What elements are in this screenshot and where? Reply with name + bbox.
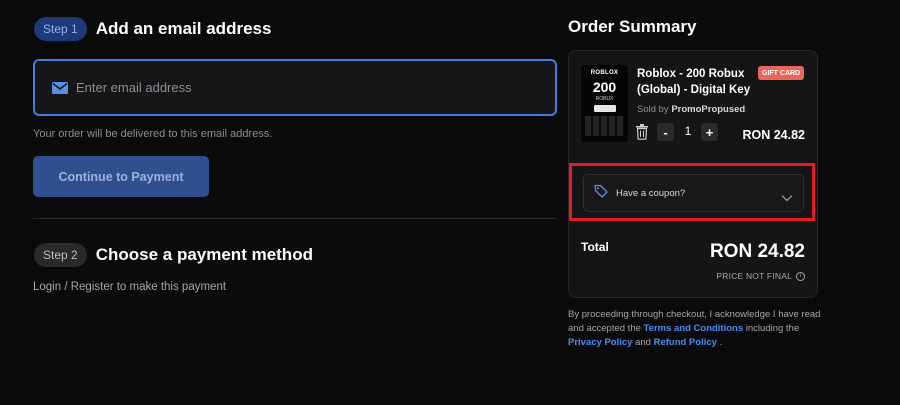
step1-badge: Step 1 — [34, 17, 87, 41]
increase-quantity-button[interactable]: + — [701, 123, 718, 141]
price-note-text: PRICE NOT FINAL — [716, 271, 792, 281]
email-helper-text: Your order will be delivered to this ema… — [33, 128, 273, 140]
product-price: RON 24.82 — [742, 128, 805, 142]
tag-icon — [594, 184, 608, 203]
envelope-icon — [52, 81, 68, 94]
thumbnail-artwork — [585, 116, 624, 136]
sold-by-label: Sold by — [637, 104, 669, 115]
legal-part3: and — [635, 337, 651, 348]
email-input[interactable] — [76, 80, 516, 95]
thumbnail-tag — [593, 105, 616, 112]
coupon-highlight: Have a coupon? — [569, 163, 815, 221]
decrease-quantity-button[interactable]: - — [657, 123, 674, 141]
order-summary-title: Order Summary — [568, 17, 697, 36]
section-divider — [33, 218, 557, 219]
step2-title: Choose a payment method — [95, 245, 313, 264]
privacy-policy-link[interactable]: Privacy Policy — [568, 337, 632, 348]
coupon-dropdown[interactable]: Have a coupon? — [583, 174, 804, 212]
product-thumbnail: ROBLOX 200 ROBUX — [581, 65, 628, 142]
thumbnail-unit: ROBUX — [595, 96, 614, 102]
thumbnail-brand: ROBLOX — [590, 70, 619, 76]
total-label: Total — [581, 240, 609, 254]
step2-header: Step 2 Choose a payment method — [34, 243, 313, 267]
chevron-down-icon — [781, 189, 793, 202]
product-title[interactable]: Roblox - 200 Robux (Global) - Digital Ke… — [637, 66, 757, 98]
legal-part4: . — [719, 337, 723, 348]
quantity-value: 1 — [684, 124, 692, 138]
info-icon[interactable]: i — [796, 271, 805, 281]
terms-link[interactable]: Terms and Conditions — [644, 323, 744, 334]
legal-text: By proceeding through checkout, I acknow… — [568, 308, 823, 350]
step2-badge: Step 2 — [34, 243, 87, 267]
continue-to-payment-button[interactable]: Continue to Payment — [33, 156, 209, 197]
coupon-label: Have a coupon? — [616, 187, 686, 199]
order-summary-card: ROBLOX 200 ROBUX Roblox - 200 Robux (Glo… — [568, 50, 818, 298]
total-value: RON 24.82 — [709, 241, 805, 262]
refund-policy-link[interactable]: Refund Policy — [654, 337, 717, 348]
seller-name[interactable]: PromoPropused — [671, 104, 745, 115]
email-field-container[interactable] — [33, 59, 557, 116]
sold-by: Sold by PromoPropused — [637, 104, 745, 115]
legal-part2: including the — [745, 323, 800, 334]
step1-title: Add an email address — [95, 19, 272, 38]
gift-card-badge: GIFT CARD — [758, 66, 805, 80]
price-not-final: PRICE NOT FINAL i — [716, 271, 805, 281]
step1-header: Step 1 Add an email address — [34, 17, 271, 41]
login-register-text: Login / Register to make this payment — [33, 281, 227, 293]
thumbnail-amount: 200 — [592, 79, 617, 95]
trash-icon[interactable] — [635, 124, 649, 140]
